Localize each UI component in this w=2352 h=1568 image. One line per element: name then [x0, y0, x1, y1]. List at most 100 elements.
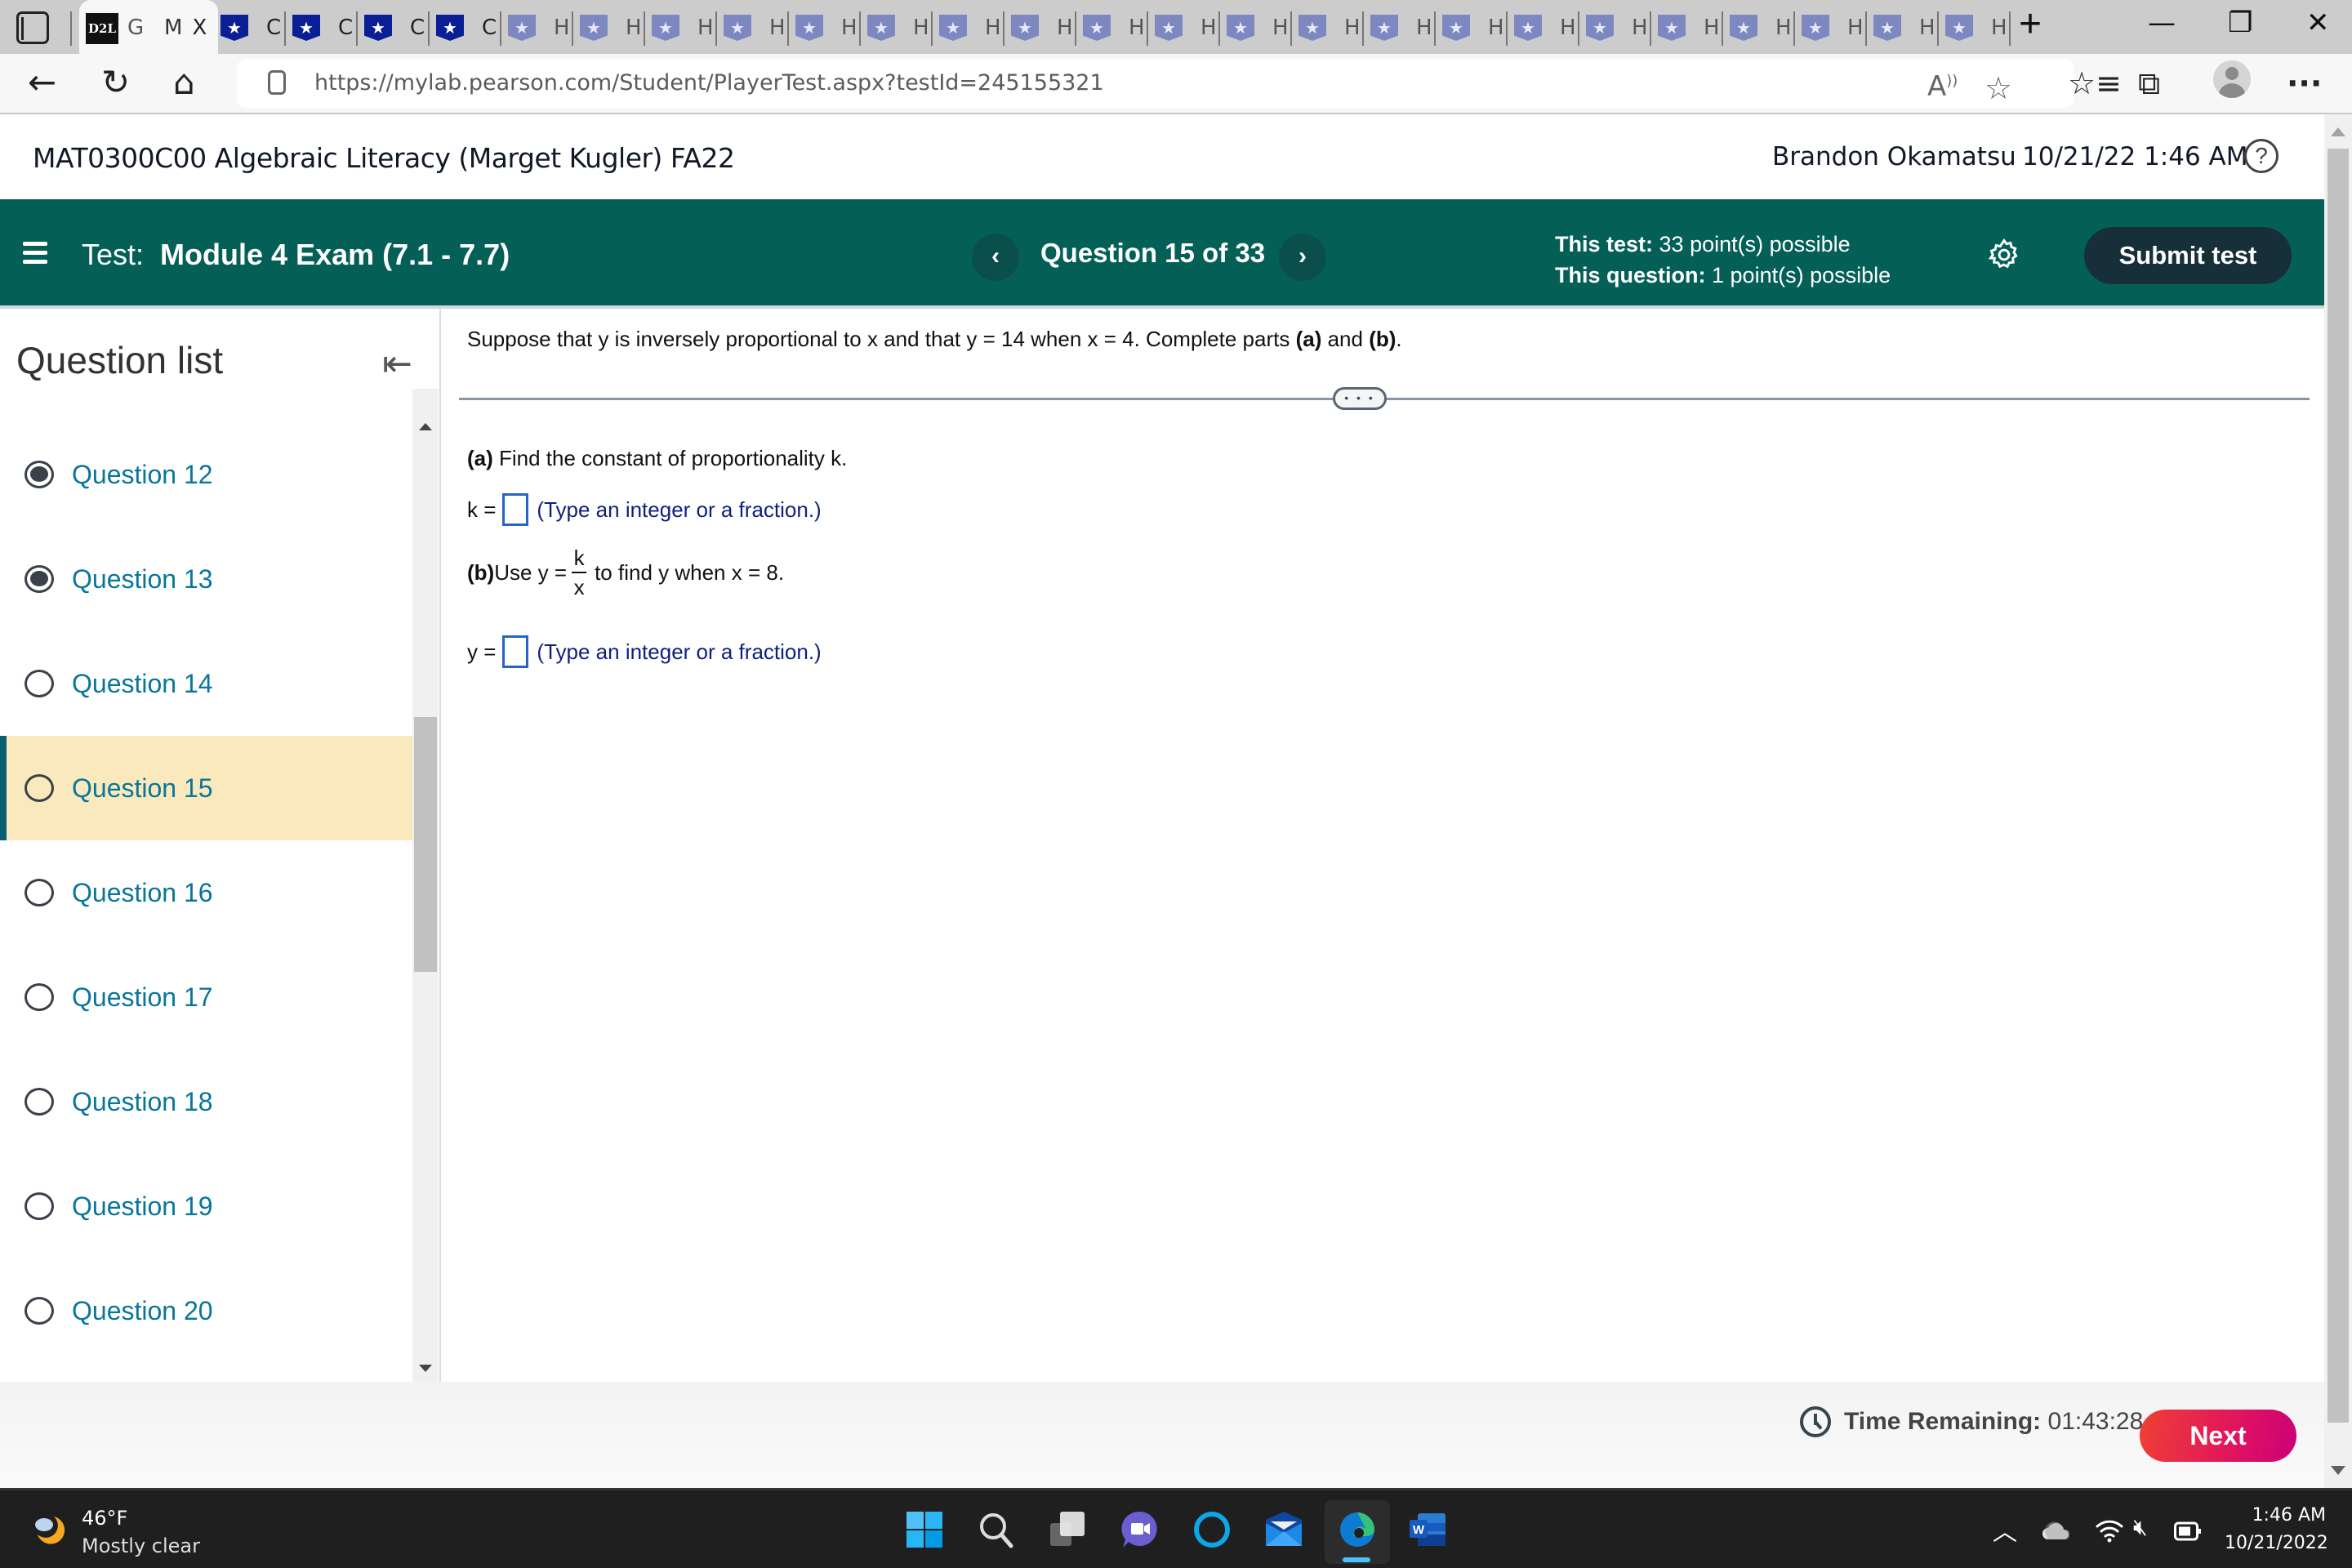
tab-pearson-inactive[interactable]: ★ H [1442, 7, 1504, 49]
answer-a-input[interactable] [502, 493, 529, 526]
help-icon[interactable]: ? [2244, 139, 2278, 173]
question-list-item[interactable]: Question 11 [0, 389, 412, 422]
scroll-thumb[interactable] [2328, 149, 2349, 1423]
restore-button[interactable]: ❐ [2228, 7, 2252, 39]
question-list-item[interactable]: Question 20 [0, 1258, 412, 1363]
address-bar[interactable]: https://mylab.pearson.com/Student/Player… [237, 59, 2074, 108]
favorites-icon[interactable]: ☆≡ [2068, 65, 2122, 101]
tab-pearson-inactive[interactable]: ★ H [1370, 7, 1432, 49]
tab-pearson-inactive[interactable]: ★ H [652, 7, 714, 49]
weather-temperature[interactable]: 46°F [82, 1507, 127, 1530]
answer-a-label: k = [467, 497, 497, 522]
tab-pearson-inactive[interactable]: ★ H [1227, 7, 1289, 49]
battery-icon[interactable] [2174, 1521, 2202, 1541]
tab-actions-icon[interactable] [16, 11, 49, 44]
add-favorite-icon[interactable]: ☆ [1984, 70, 2012, 106]
windows-start-icon[interactable] [905, 1510, 944, 1549]
taskbar-clock-time[interactable]: 1:46 AM [2251, 1505, 2326, 1526]
submit-test-button[interactable]: Submit test [2084, 227, 2292, 284]
prompt-text: . [1396, 327, 1402, 351]
new-tab-button[interactable]: + [2019, 2, 2042, 47]
refresh-icon[interactable]: ↻ [101, 62, 130, 102]
tab-pearson-inactive[interactable]: ★ H [724, 7, 786, 49]
tab-separator [572, 11, 573, 46]
pearson-badge-icon: ★ [1586, 15, 1614, 41]
back-icon[interactable]: ← [28, 62, 56, 102]
tab-pearson-inactive[interactable]: ★ H [1945, 7, 2007, 49]
url-text[interactable]: https://mylab.pearson.com/Student/Player… [314, 70, 1104, 96]
tab-d2l[interactable]: G [122, 7, 144, 49]
home-icon[interactable]: ⌂ [173, 62, 195, 102]
weather-moon-cloud-icon[interactable] [33, 1512, 69, 1548]
tab-pearson-inactive[interactable]: ★ H [1298, 7, 1361, 49]
tab-pearson-inactive[interactable]: ★ H [1586, 7, 1648, 49]
tab-label: C [266, 16, 282, 40]
question-list-title: Question list [16, 339, 224, 381]
mail-icon[interactable] [1264, 1510, 1303, 1549]
lock-icon[interactable] [268, 70, 286, 95]
close-window-button[interactable]: ✕ [2306, 7, 2330, 39]
tab-pearson-inactive[interactable]: ★ H [508, 7, 570, 49]
tab-pearson-inactive[interactable]: ★ H [1155, 7, 1217, 49]
onedrive-icon[interactable] [2042, 1520, 2069, 1541]
task-view-icon[interactable] [1049, 1510, 1088, 1549]
question-list-item[interactable]: Question 19 [0, 1154, 412, 1258]
tab-pearson[interactable]: ★ C [364, 7, 425, 49]
next-button[interactable]: Next [2140, 1410, 2296, 1462]
tab-pearson-inactive[interactable]: ★ H [1011, 7, 1073, 49]
scroll-down-arrow[interactable] [419, 1365, 432, 1372]
minimize-button[interactable]: — [2148, 7, 2176, 39]
tab-pearson-inactive[interactable]: ★ H [1083, 7, 1145, 49]
question-list-scrollbar[interactable] [412, 389, 439, 1382]
taskbar-clock-date[interactable]: 10/21/2022 [2225, 1533, 2328, 1553]
word-icon[interactable]: W [1408, 1510, 1447, 1549]
tab-pearson-inactive[interactable]: ★ H [1658, 7, 1720, 49]
tab-pearson[interactable]: ★ C [220, 7, 281, 49]
read-aloud-icon[interactable]: A)) [1927, 70, 1958, 103]
scroll-down-arrow[interactable] [2331, 1466, 2345, 1475]
teams-chat-icon[interactable] [1120, 1510, 1160, 1549]
collapse-left-icon[interactable]: ⇤ [382, 343, 412, 385]
cortana-icon[interactable] [1192, 1510, 1232, 1549]
tab-pearson-inactive[interactable]: ★ H [580, 7, 642, 49]
tab-pearson-inactive[interactable]: ★ H [1514, 7, 1576, 49]
collections-icon[interactable]: ⧉ [2138, 65, 2160, 102]
tab-pearson[interactable]: ★ C [292, 7, 353, 49]
tab-separator [284, 11, 286, 46]
scroll-up-arrow[interactable] [2331, 127, 2345, 136]
tray-chevron-icon[interactable]: ︿ [1993, 1512, 2017, 1548]
tab-pearson-inactive[interactable]: ★ H [1873, 7, 1936, 49]
tab-pearson[interactable]: ★ C [436, 7, 497, 49]
question-list-item[interactable]: Question 18 [0, 1049, 412, 1154]
tab-pearson-inactive[interactable]: ★ H [1730, 7, 1792, 49]
search-icon[interactable] [977, 1510, 1016, 1549]
tab-pearson-inactive[interactable]: ★ H [795, 7, 858, 49]
question-list-item[interactable]: Question 14 [0, 631, 412, 736]
next-question-button[interactable]: › [1279, 234, 1326, 281]
question-list-item[interactable]: Question 15 [0, 736, 412, 840]
wifi-icon[interactable] [2096, 1518, 2123, 1543]
tab-pearson-inactive[interactable]: ★ H [939, 7, 1001, 49]
previous-question-button[interactable]: ‹ [972, 234, 1019, 281]
question-list-item[interactable]: Question 13 [0, 527, 412, 631]
question-list-item[interactable]: Question 17 [0, 945, 412, 1049]
tab-pearson-inactive[interactable]: ★ H [1802, 7, 1864, 49]
answer-b-row: y = (Type an integer or a fraction.) [467, 635, 822, 668]
settings-gear-icon[interactable] [1986, 237, 2022, 273]
page-scrollbar[interactable] [2324, 114, 2352, 1488]
weather-condition[interactable]: Mostly clear [82, 1535, 200, 1557]
more-icon[interactable]: ··· [2287, 65, 2322, 101]
edge-icon[interactable] [1338, 1510, 1377, 1549]
tab-pearson-inactive[interactable]: ★ H [867, 7, 929, 49]
scroll-up-arrow[interactable] [419, 423, 432, 430]
question-list-item[interactable]: Question 12 [0, 422, 412, 527]
tab-close-icon[interactable]: X [192, 16, 207, 40]
profile-avatar[interactable] [2213, 60, 2251, 98]
divider-handle[interactable]: • • • [1333, 387, 1387, 410]
menu-icon[interactable] [23, 242, 47, 265]
volume-muted-icon[interactable]: 🔇︎ [2133, 1513, 2148, 1541]
question-list-item[interactable]: Question 16 [0, 840, 412, 945]
answer-b-input[interactable] [502, 635, 529, 668]
scroll-thumb[interactable] [414, 717, 437, 972]
tab-mylab-active[interactable]: M X [159, 7, 207, 49]
